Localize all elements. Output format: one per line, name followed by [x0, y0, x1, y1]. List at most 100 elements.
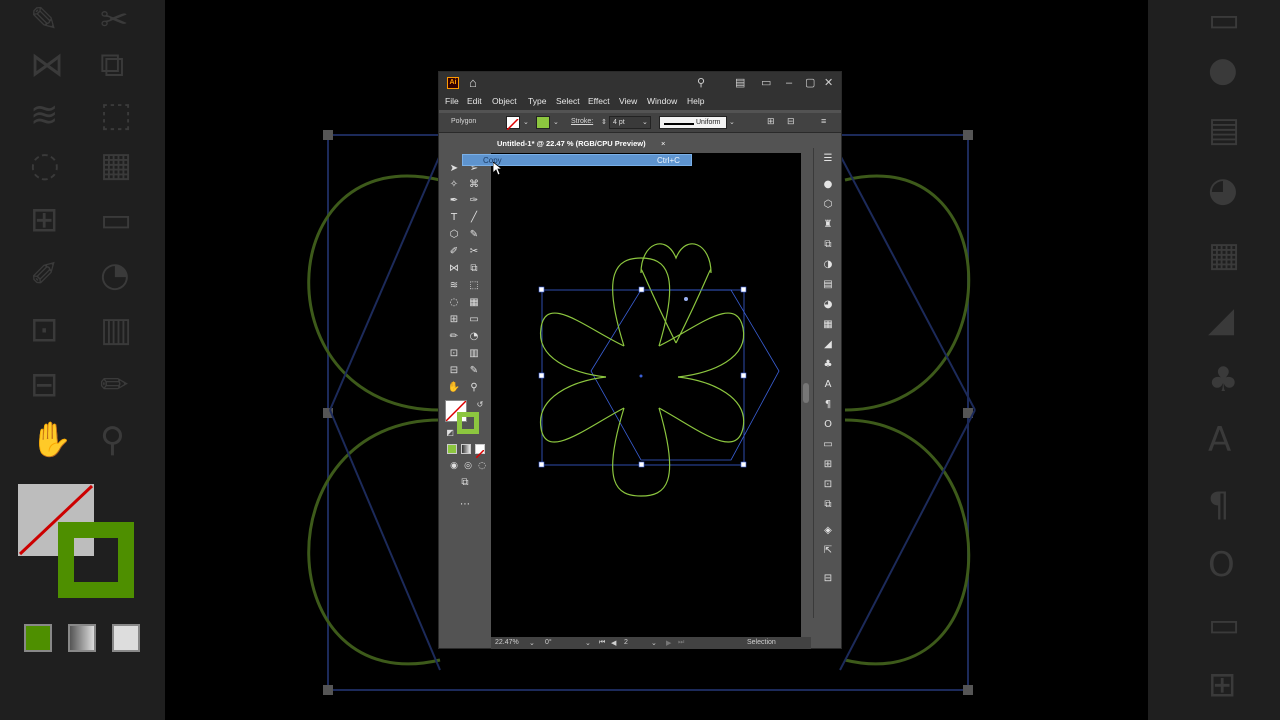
menu-select[interactable]: Select: [556, 96, 580, 106]
rotation-dropdown-icon[interactable]: ⌄: [585, 639, 591, 647]
prev-artboard-icon[interactable]: ◀: [611, 639, 616, 647]
home-icon[interactable]: ⌂: [469, 76, 483, 90]
free-transform-tool-icon[interactable]: ⬚: [467, 279, 481, 293]
search-icon[interactable]: ⚲: [697, 76, 705, 90]
swatches-panel-icon[interactable]: ▦: [821, 318, 835, 332]
menu-window[interactable]: Window: [647, 96, 677, 106]
fill-dropdown-icon[interactable]: ⌄: [523, 118, 529, 126]
draw-normal-icon[interactable]: ◉: [447, 459, 461, 473]
lasso-tool-icon[interactable]: ⌘: [467, 178, 481, 192]
default-fill-stroke-icon[interactable]: ◩: [443, 426, 457, 440]
stroke-swatch[interactable]: [536, 116, 550, 129]
3d-panel-icon[interactable]: ⬡: [821, 198, 835, 212]
pathfinder-panel-icon[interactable]: ⧉: [821, 238, 835, 252]
document-tab[interactable]: Untitled-1* @ 22.47 % (RGB/CPU Preview) …: [491, 137, 671, 151]
menu-edit[interactable]: Edit: [467, 96, 482, 106]
next-artboard-icon[interactable]: ▶: [666, 639, 671, 647]
curvature-tool-icon[interactable]: ✑: [467, 194, 481, 208]
opentype-panel-icon[interactable]: O: [821, 418, 835, 432]
artboard-canvas[interactable]: [491, 153, 801, 637]
line-tool-icon[interactable]: ╱: [467, 211, 481, 225]
close-icon[interactable]: ✕: [824, 76, 833, 90]
pattern-panel-icon[interactable]: ⊞: [821, 458, 835, 472]
reflect-tool-icon[interactable]: ⋈: [447, 262, 461, 276]
symbols-panel-icon[interactable]: ♣: [821, 358, 835, 372]
minimize-icon[interactable]: –: [786, 76, 792, 90]
handle-middle-left[interactable]: [538, 372, 545, 379]
stroke-dropdown-icon[interactable]: ⌄: [553, 118, 559, 126]
rotation-value[interactable]: 0°: [545, 639, 552, 646]
stroke-label[interactable]: Stroke:: [571, 118, 593, 125]
image-trace-icon[interactable]: ⊡: [821, 478, 835, 492]
warp-tool-icon[interactable]: ≋: [447, 279, 461, 293]
appearance-panel-icon[interactable]: ◑: [821, 258, 835, 272]
libraries-panel-icon[interactable]: ⊟: [821, 572, 835, 586]
export-panel-icon[interactable]: ⇱: [821, 544, 835, 558]
slice-tool-icon[interactable]: ✎: [467, 364, 481, 378]
panel-menu-icon[interactable]: ≡: [821, 116, 826, 126]
corner-widget[interactable]: [684, 297, 688, 301]
stroke-stepper-icon[interactable]: ⇕: [601, 118, 607, 126]
variable-width-profile[interactable]: Uniform: [659, 116, 727, 129]
handle-bottom-left[interactable]: [538, 461, 545, 468]
zoom-level[interactable]: 22.47%: [495, 639, 519, 646]
gradient-mode-button[interactable]: [461, 444, 471, 454]
draw-behind-icon[interactable]: ◎: [461, 459, 475, 473]
transform-panel-icon[interactable]: ⧉: [821, 498, 835, 512]
selection-tool-icon[interactable]: ➤: [447, 162, 461, 176]
first-artboard-icon[interactable]: ⏮: [599, 639, 605, 647]
align-panel-icon[interactable]: ▤: [821, 278, 835, 292]
maximize-icon[interactable]: ▢: [805, 76, 815, 90]
menu-file[interactable]: File: [445, 96, 459, 106]
blend-tool-icon[interactable]: ◔: [467, 330, 481, 344]
transform-icon[interactable]: ⊟: [787, 116, 795, 127]
handle-top-right[interactable]: [740, 286, 747, 293]
type-tool-icon[interactable]: T: [447, 211, 461, 225]
symbol-sprayer-tool-icon[interactable]: ⊡: [447, 347, 461, 361]
menu-effect[interactable]: Effect: [588, 96, 610, 106]
stroke-color-box[interactable]: [457, 412, 479, 434]
stroke-weight-field[interactable]: 4 pt ⌄: [609, 116, 651, 129]
document-close-icon[interactable]: ×: [661, 139, 665, 148]
column-graph-tool-icon[interactable]: ▥: [467, 347, 481, 361]
menu-help[interactable]: Help: [687, 96, 704, 106]
perspective-grid-tool-icon[interactable]: ▦: [467, 296, 481, 310]
eyedropper-tool-icon[interactable]: ✏: [447, 330, 461, 344]
handle-top-center[interactable]: [638, 286, 645, 293]
gradient-tool-icon[interactable]: ▭: [467, 313, 481, 327]
puppet-warp-icon[interactable]: ♜: [821, 218, 835, 232]
screen-mode-icon[interactable]: ⧉: [458, 476, 472, 490]
handle-top-left[interactable]: [538, 286, 545, 293]
zoom-dropdown-icon[interactable]: ⌄: [529, 639, 535, 647]
profile-dropdown-icon[interactable]: ⌄: [729, 118, 735, 126]
none-mode-button[interactable]: [475, 444, 485, 459]
gradient-panel-icon[interactable]: ◢: [821, 338, 835, 352]
hand-tool-icon[interactable]: ✋: [447, 381, 461, 395]
last-artboard-icon[interactable]: ⏭: [678, 639, 684, 647]
artboard-dropdown-icon[interactable]: ⌄: [651, 639, 657, 647]
shaper-tool-icon[interactable]: ✐: [447, 245, 461, 259]
fill-swatch[interactable]: [506, 116, 520, 131]
menu-view[interactable]: View: [619, 96, 637, 106]
properties-panel-icon[interactable]: ☰: [821, 152, 835, 166]
character-panel-icon[interactable]: A: [821, 378, 835, 392]
polygon-tool-icon[interactable]: ⬡: [447, 228, 461, 242]
layers-panel-icon[interactable]: ◈: [821, 524, 835, 538]
artboard-number[interactable]: 2: [624, 639, 628, 646]
swap-fill-stroke-icon[interactable]: ↺: [473, 398, 487, 412]
edit-toolbar-icon[interactable]: ⋯: [458, 498, 472, 512]
scale-tool-icon[interactable]: ⧉: [467, 262, 481, 276]
color-panel-icon[interactable]: ●: [821, 178, 835, 192]
artboard-tool-icon[interactable]: ⊟: [447, 364, 461, 378]
paragraph-panel-icon[interactable]: ¶: [821, 398, 835, 412]
transparency-panel-icon[interactable]: ▭: [821, 438, 835, 452]
vertical-scrollbar[interactable]: [801, 153, 811, 637]
shape-builder-tool-icon[interactable]: ◌: [447, 296, 461, 310]
scrollbar-thumb[interactable]: [803, 383, 809, 403]
handle-middle-right[interactable]: [740, 372, 747, 379]
magic-wand-tool-icon[interactable]: ✧: [447, 178, 461, 192]
align-icon[interactable]: ⊞: [767, 116, 775, 127]
workspace-icon[interactable]: ▭: [761, 76, 771, 90]
arrange-documents-icon[interactable]: ▤: [735, 76, 745, 90]
menu-type[interactable]: Type: [528, 96, 546, 106]
